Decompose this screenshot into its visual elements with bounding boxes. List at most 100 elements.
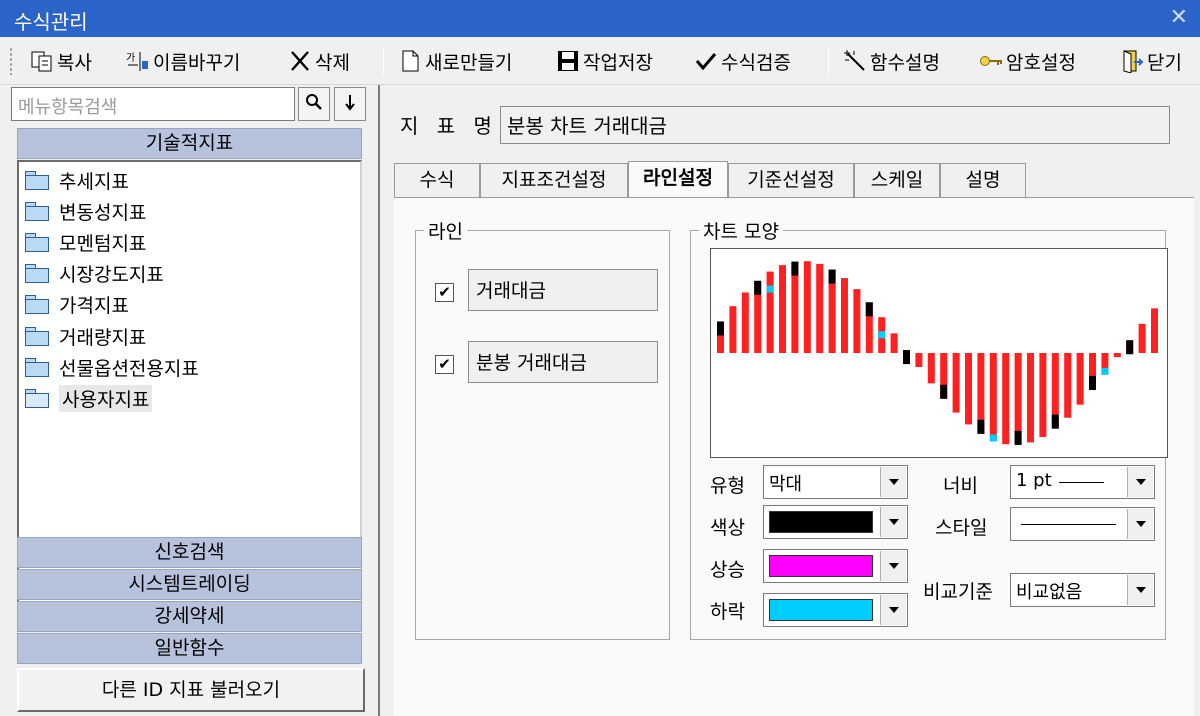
preview-bar-edge <box>717 321 724 336</box>
delete-button[interactable]: 삭제 <box>288 46 350 76</box>
compare-label: 비교기준 <box>923 581 993 603</box>
tree-item-volume[interactable]: 거래량지표 <box>25 322 146 350</box>
folder-icon <box>25 232 49 252</box>
copy-icon <box>30 49 54 73</box>
preview-bar-edge <box>903 350 910 365</box>
preview-bar <box>779 265 786 353</box>
tab-description[interactable]: 설명 <box>940 163 1026 197</box>
search-icon <box>305 93 323 116</box>
down-color-select[interactable] <box>763 593 908 627</box>
preview-bar-edge <box>940 384 948 399</box>
tree-item-momentum[interactable]: 모멘텀지표 <box>25 228 146 256</box>
preview-bar <box>766 271 774 353</box>
search-input[interactable]: 메뉴항목검색 <box>11 87 295 121</box>
preview-bar-edge <box>791 261 799 276</box>
line-1-checkbox[interactable]: ✔ <box>435 283 454 302</box>
preview-marker <box>1101 367 1109 375</box>
nav-header-system-trading[interactable]: 시스템트레이딩 <box>17 569 362 600</box>
save-button[interactable]: 작업저장 <box>556 46 653 76</box>
function-description-button[interactable]: 함수설명 <box>843 46 940 76</box>
color-label: 색상 <box>710 517 745 539</box>
chevron-down-icon[interactable] <box>1127 575 1153 605</box>
copy-button[interactable]: 복사 <box>30 46 92 76</box>
color-select[interactable] <box>763 505 908 539</box>
style-select[interactable] <box>1010 507 1155 541</box>
arrow-down-icon <box>343 93 357 116</box>
preview-bar <box>915 353 923 367</box>
preview-bar-edge <box>828 269 836 284</box>
preview-bar <box>1076 353 1084 405</box>
tree-item-user[interactable]: 사용자지표 <box>25 384 153 412</box>
preview-bar <box>890 333 898 353</box>
nav-header-technical[interactable]: 기술적지표 <box>17 128 362 159</box>
preview-bar <box>1151 308 1158 353</box>
tree-item-market-strength[interactable]: 시장강도지표 <box>25 259 164 287</box>
new-button[interactable]: 새로만들기 <box>398 46 512 76</box>
verify-button[interactable]: 수식검증 <box>694 46 791 76</box>
tab-line-settings[interactable]: 라인설정 <box>628 161 728 197</box>
check-icon <box>694 49 718 73</box>
tab-baseline[interactable]: 기준선설정 <box>728 163 854 197</box>
line-2-checkbox[interactable]: ✔ <box>435 355 454 374</box>
chart-shape-title: 차트 모양 <box>699 217 783 244</box>
nav-header-general-functions[interactable]: 일반함수 <box>17 633 362 664</box>
tab-condition[interactable]: 지표조건설정 <box>480 163 628 197</box>
rename-button[interactable]: 가 이름바꾸기 <box>126 46 240 76</box>
line-2-name[interactable]: 분봉 거래대금 <box>468 341 658 383</box>
tree-item-futures-options[interactable]: 선물옵션전용지표 <box>25 353 199 381</box>
preview-bar <box>965 353 972 425</box>
password-button[interactable]: 암호설정 <box>979 46 1076 76</box>
sidebar: 메뉴항목검색 기술적지표 추세지표 변동성지표 모멘텀지표 시장강도지표 가격지… <box>0 85 378 716</box>
preview-bar-edge <box>865 302 873 317</box>
tree-item-volatility[interactable]: 변동성지표 <box>25 197 146 225</box>
chevron-down-icon[interactable] <box>1127 467 1153 497</box>
indicator-name-field[interactable]: 분봉 차트 거래대금 <box>500 106 1170 144</box>
line-sample <box>1059 482 1104 483</box>
svg-text:가: 가 <box>126 52 135 64</box>
preview-bar-edge <box>1126 340 1134 355</box>
preview-bar-edge <box>1089 375 1096 390</box>
tab-formula[interactable]: 수식 <box>394 163 480 197</box>
title-bar: 수식관리 ✕ <box>0 0 1200 37</box>
load-other-id-button[interactable]: 다른 ID 지표 불러오기 <box>17 668 365 712</box>
preview-bar <box>853 289 861 353</box>
type-label: 유형 <box>710 475 745 497</box>
tree-item-trend[interactable]: 추세지표 <box>25 166 129 194</box>
line-1-name[interactable]: 거래대금 <box>468 269 658 311</box>
toolbar-grip[interactable] <box>9 47 13 75</box>
folder-icon <box>25 263 49 283</box>
rename-icon: 가 <box>126 49 150 73</box>
nav-header-bull-bear[interactable]: 강세약세 <box>17 601 362 632</box>
preview-bar-edge <box>1014 430 1022 445</box>
chevron-down-icon[interactable] <box>1127 509 1153 539</box>
preview-bar <box>952 353 960 413</box>
preview-bar <box>1138 323 1146 353</box>
down-color-swatch <box>769 599 873 621</box>
down-color-label: 하락 <box>710 601 745 623</box>
compare-select[interactable]: 비교없음 <box>1010 573 1155 607</box>
new-document-icon <box>398 49 422 73</box>
chevron-down-icon[interactable] <box>880 507 906 537</box>
window-title: 수식관리 <box>14 10 88 34</box>
chevron-down-icon[interactable] <box>880 551 906 581</box>
key-icon <box>979 49 1003 73</box>
sort-down-button[interactable] <box>334 87 366 121</box>
up-color-select[interactable] <box>763 549 908 583</box>
tab-scale[interactable]: 스케일 <box>854 163 940 197</box>
tree-item-price[interactable]: 가격지표 <box>25 290 129 318</box>
search-button[interactable] <box>298 87 330 121</box>
preview-bar-edge <box>754 280 762 295</box>
chevron-down-icon[interactable] <box>880 595 906 625</box>
save-icon <box>556 49 580 73</box>
main-panel: 지 표 명 분봉 차트 거래대금 수식 지표조건설정 라인설정 기준선설정 스케… <box>378 85 1200 716</box>
width-select[interactable]: 1 pt <box>1010 465 1155 499</box>
exit-door-icon <box>1120 49 1144 74</box>
type-select[interactable]: 막대 <box>763 465 908 499</box>
close-button[interactable]: 닫기 <box>1120 46 1182 76</box>
chevron-down-icon[interactable] <box>880 467 906 497</box>
nav-header-signal[interactable]: 신호검색 <box>17 537 362 568</box>
preview-marker <box>766 285 774 293</box>
open-folder-icon <box>25 388 49 408</box>
close-icon[interactable]: ✕ <box>1170 5 1188 30</box>
up-color-label: 상승 <box>710 559 745 581</box>
